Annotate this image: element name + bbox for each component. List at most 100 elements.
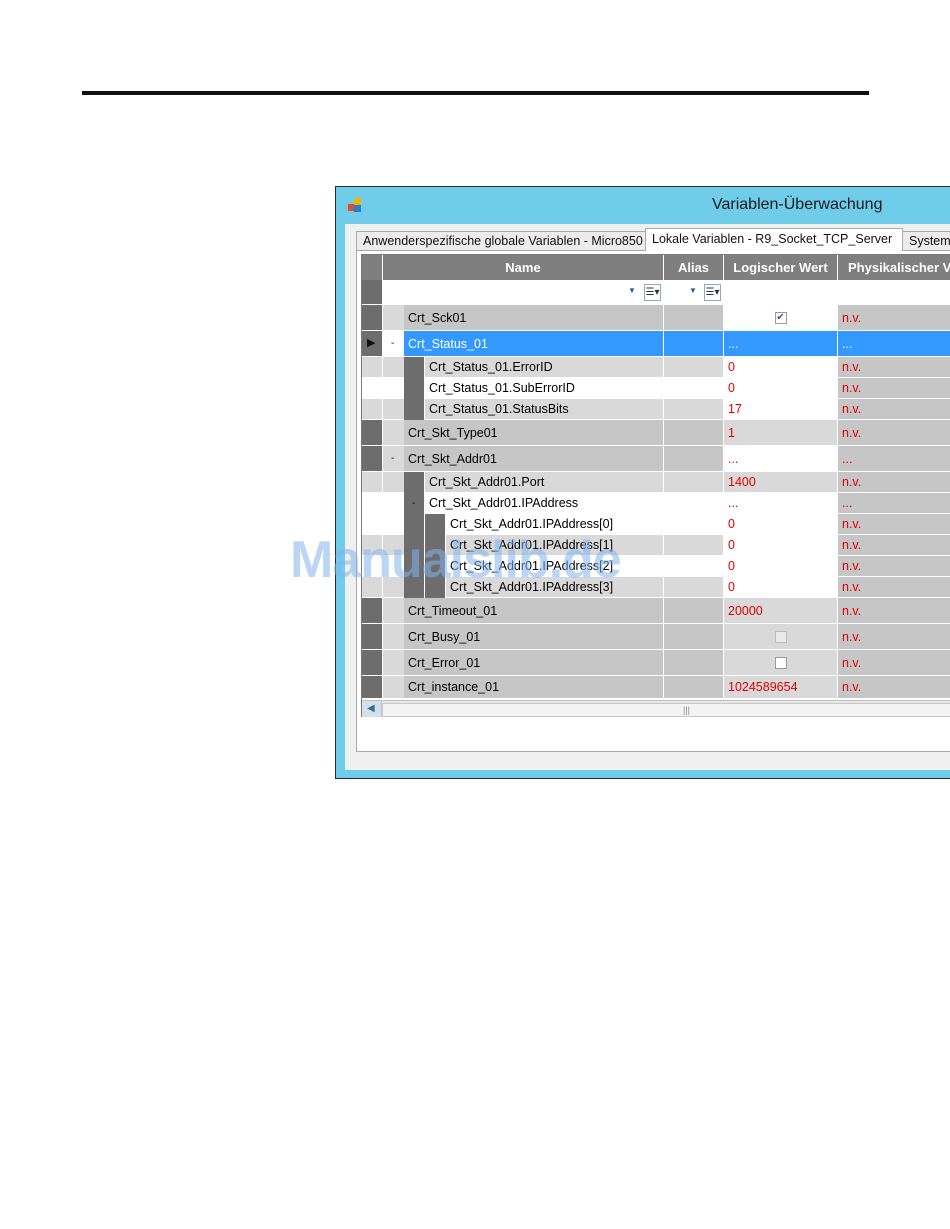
- variable-name-cell[interactable]: Crt_instance_01: [404, 676, 664, 699]
- row-selector[interactable]: [362, 650, 382, 676]
- physical-value-cell[interactable]: n.v.: [838, 514, 950, 535]
- alias-filter-icon[interactable]: ☰▾: [704, 284, 721, 301]
- physical-value-cell[interactable]: n.v.: [838, 650, 950, 676]
- alias-cell[interactable]: [664, 305, 724, 331]
- row-selector[interactable]: [362, 472, 382, 493]
- name-filter-dropdown-icon[interactable]: ▼: [628, 286, 636, 295]
- alias-cell[interactable]: [664, 676, 724, 699]
- physical-value-cell[interactable]: n.v.: [838, 420, 950, 446]
- logical-value-cell[interactable]: 0: [724, 514, 838, 535]
- value-checkbox[interactable]: [774, 656, 787, 669]
- alias-cell[interactable]: [664, 598, 724, 624]
- logical-value-cell[interactable]: 17: [724, 399, 838, 420]
- physical-value-cell[interactable]: n.v.: [838, 378, 950, 399]
- alias-cell[interactable]: [664, 378, 724, 399]
- alias-cell[interactable]: [664, 535, 724, 556]
- table-row[interactable]: Crt_Timeout_01 20000 n.v.: [362, 598, 950, 624]
- table-row[interactable]: Crt_Status_01.StatusBits 17 n.v.: [362, 399, 950, 420]
- physical-value-cell[interactable]: n.v.: [838, 556, 950, 577]
- row-selector[interactable]: [362, 357, 382, 378]
- logical-value-cell[interactable]: 1024589654: [724, 676, 838, 699]
- physical-value-cell[interactable]: n.v.: [838, 472, 950, 493]
- alias-cell[interactable]: [664, 420, 724, 446]
- collapse-icon[interactable]: -: [391, 453, 394, 464]
- variable-name-cell[interactable]: Crt_Status_01.ErrorID: [425, 357, 664, 378]
- table-row[interactable]: Crt_Error_01 n.v.: [362, 650, 950, 676]
- logical-value-cell[interactable]: 0: [724, 357, 838, 378]
- value-checkbox[interactable]: ✔: [774, 311, 787, 324]
- physical-value-cell[interactable]: ...: [838, 331, 950, 357]
- row-selector[interactable]: [362, 446, 382, 472]
- physical-value-cell[interactable]: ...: [838, 493, 950, 514]
- column-header-physical-value[interactable]: Physikalischer V: [838, 255, 950, 280]
- alias-cell[interactable]: [664, 331, 724, 357]
- alias-cell[interactable]: [664, 472, 724, 493]
- table-row[interactable]: - Crt_Skt_Addr01.IPAddress......: [362, 493, 950, 514]
- table-row[interactable]: Crt_Busy_01 n.v.: [362, 624, 950, 650]
- row-selector[interactable]: [362, 378, 382, 399]
- logical-value-cell[interactable]: 1: [724, 420, 838, 446]
- table-row[interactable]: Crt_Skt_Addr01.Port 1400 n.v.: [362, 472, 950, 493]
- column-header-name[interactable]: Name: [383, 255, 664, 280]
- alias-cell[interactable]: [664, 357, 724, 378]
- variable-name-cell[interactable]: Crt_Error_01: [404, 650, 664, 676]
- alias-cell[interactable]: [664, 650, 724, 676]
- alias-cell[interactable]: [664, 446, 724, 472]
- variable-name-cell[interactable]: Crt_Sck01: [404, 305, 664, 331]
- tab-system-variables[interactable]: Systemv: [902, 231, 950, 250]
- physical-value-cell[interactable]: n.v.: [838, 598, 950, 624]
- scroll-left-button[interactable]: ◀: [362, 701, 382, 717]
- horizontal-scrollbar[interactable]: ◀ |||: [362, 700, 950, 717]
- row-selector[interactable]: [362, 624, 382, 650]
- physical-value-cell[interactable]: n.v.: [838, 676, 950, 699]
- row-selector[interactable]: [362, 399, 382, 420]
- alias-cell[interactable]: [664, 514, 724, 535]
- alias-cell[interactable]: [664, 577, 724, 598]
- logical-value-cell[interactable]: 0: [724, 378, 838, 399]
- variable-name-cell[interactable]: Crt_Skt_Addr01.IPAddress: [425, 493, 664, 514]
- tab-global-variables[interactable]: Anwenderspezifische globale Variablen - …: [356, 231, 646, 250]
- row-selector[interactable]: [362, 420, 382, 446]
- column-header-logical-value[interactable]: Logischer Wert: [724, 255, 838, 280]
- table-row[interactable]: Crt_instance_01 1024589654 n.v.: [362, 676, 950, 699]
- table-row[interactable]: Crt_Status_01.SubErrorID 0 n.v.: [362, 378, 950, 399]
- physical-value-cell[interactable]: n.v.: [838, 305, 950, 331]
- variable-name-cell[interactable]: Crt_Skt_Addr01.Port: [425, 472, 664, 493]
- table-row[interactable]: - Crt_Skt_Addr01......: [362, 446, 950, 472]
- row-selector[interactable]: [362, 305, 382, 331]
- name-filter-icon[interactable]: ☰▾: [644, 284, 661, 301]
- logical-value-cell[interactable]: ...: [724, 446, 838, 472]
- variable-name-cell[interactable]: Crt_Skt_Type01: [404, 420, 664, 446]
- collapse-icon[interactable]: -: [391, 338, 394, 349]
- physical-value-cell[interactable]: ...: [838, 446, 950, 472]
- variable-name-cell[interactable]: Crt_Busy_01: [404, 624, 664, 650]
- table-row[interactable]: Crt_Status_01.ErrorID 0 n.v.: [362, 357, 950, 378]
- variable-name-cell[interactable]: Crt_Skt_Addr01: [404, 446, 664, 472]
- logical-value-cell[interactable]: [724, 650, 838, 676]
- table-row[interactable]: Crt_Sck01 ✔ n.v.: [362, 305, 950, 331]
- physical-value-cell[interactable]: n.v.: [838, 357, 950, 378]
- logical-value-cell[interactable]: ...: [724, 493, 838, 514]
- logical-value-cell[interactable]: [724, 624, 838, 650]
- alias-cell[interactable]: [664, 399, 724, 420]
- variable-name-cell[interactable]: Crt_Timeout_01: [404, 598, 664, 624]
- logical-value-cell[interactable]: 20000: [724, 598, 838, 624]
- row-selector[interactable]: [362, 676, 382, 699]
- variable-name-cell[interactable]: Crt_Status_01.SubErrorID: [425, 378, 664, 399]
- scrollbar-thumb[interactable]: |||: [382, 703, 950, 717]
- value-checkbox[interactable]: [774, 630, 787, 643]
- collapse-icon[interactable]: -: [412, 498, 415, 509]
- physical-value-cell[interactable]: n.v.: [838, 535, 950, 556]
- alias-cell[interactable]: [664, 493, 724, 514]
- logical-value-cell[interactable]: ...: [724, 331, 838, 357]
- alias-cell[interactable]: [664, 624, 724, 650]
- variable-name-cell[interactable]: Crt_Status_01.StatusBits: [425, 399, 664, 420]
- physical-value-cell[interactable]: n.v.: [838, 399, 950, 420]
- variable-name-cell[interactable]: Crt_Status_01: [404, 331, 664, 357]
- tab-local-variables[interactable]: Lokale Variablen - R9_Socket_TCP_Server: [645, 228, 903, 251]
- logical-value-cell[interactable]: 0: [724, 556, 838, 577]
- logical-value-cell[interactable]: 0: [724, 577, 838, 598]
- physical-value-cell[interactable]: n.v.: [838, 577, 950, 598]
- logical-value-cell[interactable]: ✔: [724, 305, 838, 331]
- row-selector[interactable]: ▶: [362, 331, 382, 357]
